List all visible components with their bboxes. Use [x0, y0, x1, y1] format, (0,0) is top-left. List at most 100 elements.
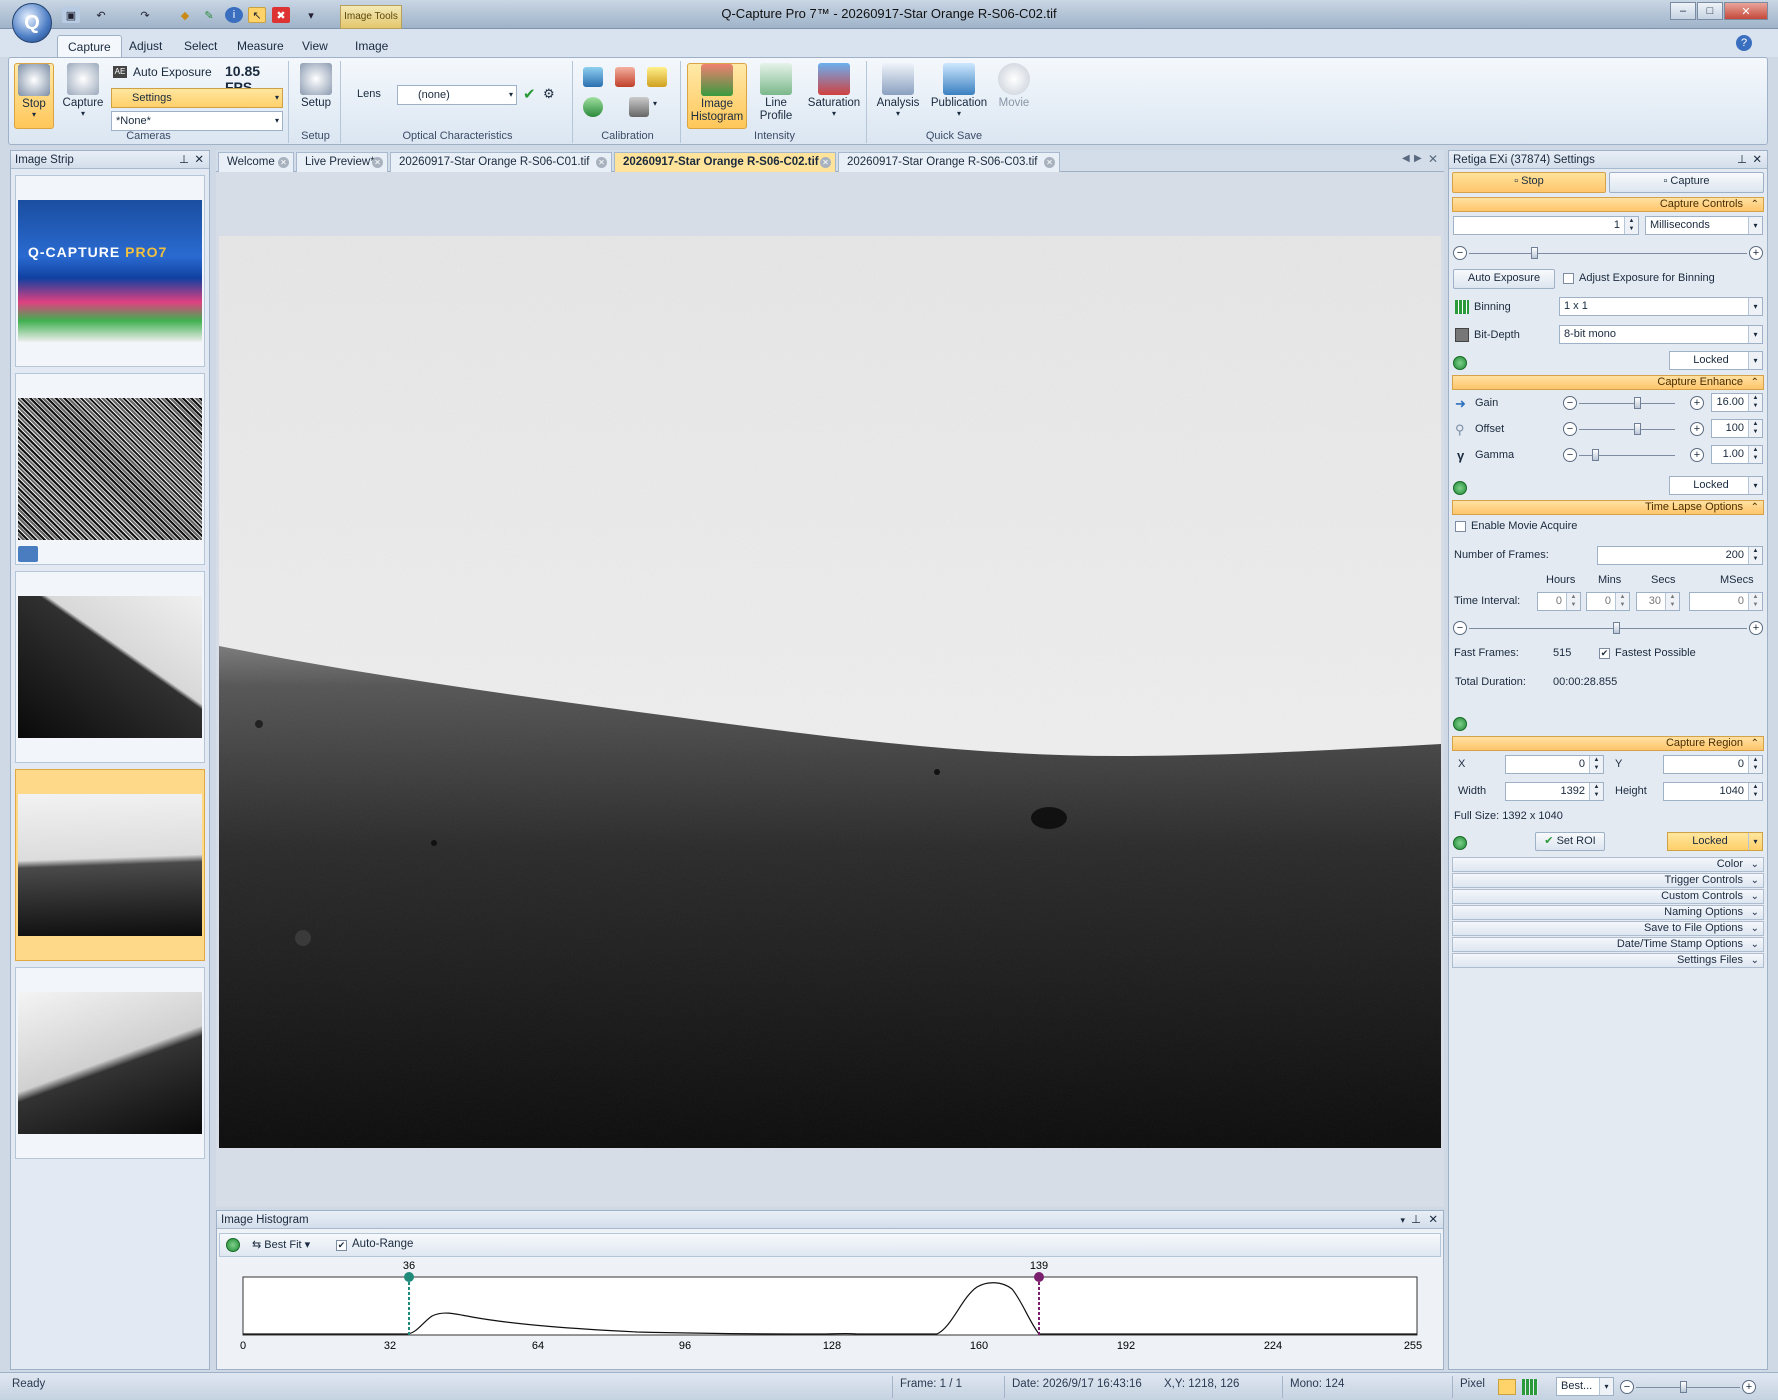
stop-button[interactable]: Stop ▾	[14, 63, 54, 129]
spinner-icon[interactable]: ▲ ▼	[1748, 593, 1762, 610]
delete-icon[interactable]: ✖	[272, 7, 290, 23]
mins-input[interactable]: 0 ▲ ▼	[1586, 592, 1630, 611]
width-input[interactable]: 1392 ▲ ▼	[1505, 782, 1604, 801]
tab-c01[interactable]: 20260917-Star Orange R-S06-C01.tif ✕	[390, 152, 612, 172]
x-input[interactable]: 0 ▲ ▼	[1505, 755, 1604, 774]
close-icon[interactable]: ✕	[372, 157, 383, 168]
redo-icon[interactable]: ↷	[136, 7, 154, 23]
gamma-increase-icon[interactable]: +	[1690, 448, 1704, 462]
offset-decrease-icon[interactable]: −	[1563, 422, 1577, 436]
publication-button[interactable]: Publication ▾	[927, 63, 991, 118]
analysis-button[interactable]: Analysis ▾	[871, 63, 925, 118]
zoom-slider-track[interactable]	[1636, 1387, 1740, 1388]
minimize-button[interactable]: –	[1670, 2, 1696, 20]
scroll-tabs-left-icon[interactable]: ◀	[1402, 153, 1410, 164]
high-marker-handle[interactable]	[1034, 1272, 1044, 1282]
undo-icon[interactable]: ↶	[92, 7, 110, 23]
time-lapse-header[interactable]: Time Lapse Options ⌃	[1452, 500, 1764, 515]
refresh-icon[interactable]	[1453, 356, 1467, 370]
binning-dropdown[interactable]: 1 x 1 ▾	[1559, 297, 1763, 316]
low-marker-handle[interactable]	[404, 1272, 414, 1282]
offset-slider-thumb[interactable]	[1634, 423, 1641, 435]
spinner-icon[interactable]: ▲ ▼	[1748, 783, 1762, 800]
adjust-binning-checkbox[interactable]	[1563, 273, 1574, 284]
calibrate-icon[interactable]	[583, 67, 603, 87]
spinner-icon[interactable]: ▲ ▼	[1589, 756, 1603, 773]
exposure-input[interactable]: 1 ▲ ▼	[1453, 216, 1639, 235]
pin-icon[interactable]: ⊥	[1737, 151, 1747, 169]
exposure-unit-dropdown[interactable]: Milliseconds ▾	[1645, 216, 1763, 235]
histogram-chart[interactable]: 36 139 0 32 64 96 128 160 192 224 255	[217, 1257, 1443, 1369]
gamma-input[interactable]: 1.00 ▲ ▼	[1711, 445, 1763, 464]
spinner-icon[interactable]: ▲ ▼	[1748, 547, 1762, 564]
calibration-image-icon[interactable]	[615, 67, 635, 87]
zoom-in-icon[interactable]: +	[1742, 1380, 1756, 1394]
spinner-icon[interactable]: ▲ ▼	[1748, 756, 1762, 773]
spinner-icon[interactable]: ▲ ▼	[1665, 593, 1679, 610]
hours-input[interactable]: 0 ▲ ▼	[1537, 592, 1581, 611]
height-input[interactable]: 1040 ▲ ▼	[1663, 782, 1763, 801]
best-fit-dropdown[interactable]: ⇆ Best Fit ▾	[252, 1238, 310, 1251]
auto-exposure-button-panel[interactable]: Auto Exposure	[1453, 269, 1555, 289]
capture-region-header[interactable]: Capture Region ⌃	[1452, 736, 1764, 751]
spinner-icon[interactable]: ▲ ▼	[1624, 217, 1638, 234]
microscope-image[interactable]	[219, 236, 1441, 1148]
spinner-icon[interactable]: ▲ ▼	[1589, 783, 1603, 800]
refresh-icon[interactable]	[1453, 717, 1467, 731]
close-document-icon[interactable]: ✕	[1428, 152, 1438, 166]
bit-depth-dropdown[interactable]: 8-bit mono ▾	[1559, 325, 1763, 344]
interval-slider-track[interactable]	[1469, 628, 1747, 629]
pointer-icon[interactable]: ↖	[248, 7, 266, 23]
refresh-icon[interactable]	[1453, 836, 1467, 850]
chevron-down-icon[interactable]: ▾	[1400, 1211, 1405, 1229]
macro-icon[interactable]: ✎	[200, 7, 218, 23]
zoom-dropdown[interactable]: Best... ▾	[1556, 1377, 1614, 1396]
close-icon[interactable]: ✕	[1044, 157, 1055, 168]
auto-exposure-button[interactable]: Auto Exposure	[133, 65, 212, 79]
tab-measure[interactable]: Measure	[227, 35, 294, 57]
interval-slider-thumb[interactable]	[1613, 622, 1620, 634]
customize-qat-icon[interactable]: ▾	[302, 7, 320, 23]
gain-slider-track[interactable]	[1579, 403, 1675, 404]
saturation-button[interactable]: Saturation ▾	[803, 63, 865, 118]
y-input[interactable]: 0 ▲ ▼	[1663, 755, 1763, 774]
spinner-icon[interactable]: ▲ ▼	[1566, 593, 1580, 610]
refresh-calibration-icon[interactable]	[583, 97, 603, 117]
thumbnail-item[interactable]	[15, 967, 205, 1159]
zoom-slider-thumb[interactable]	[1680, 1381, 1687, 1393]
interval-increase-icon[interactable]: +	[1749, 621, 1763, 635]
auto-range-checkbox[interactable]: ✔	[336, 1240, 347, 1251]
naming-options-section[interactable]: Naming Options ⌄	[1452, 905, 1764, 920]
close-icon[interactable]: ✕	[1428, 1211, 1438, 1229]
camera-calibration-icon[interactable]	[629, 97, 649, 117]
custom-controls-section[interactable]: Custom Controls ⌄	[1452, 889, 1764, 904]
tab-adjust[interactable]: Adjust	[119, 35, 172, 57]
set-roi-button[interactable]: ✔ Set ROI	[1535, 832, 1605, 851]
pin-icon[interactable]: ⊥	[179, 151, 189, 169]
spinner-icon[interactable]: ▲ ▼	[1748, 420, 1762, 437]
close-icon[interactable]: ✕	[820, 157, 831, 168]
thumbnail-item[interactable]: Q-CAPTURE PRO7	[15, 175, 205, 367]
pin-icon[interactable]: ⊥	[1411, 1211, 1421, 1229]
exposure-increase-icon[interactable]: +	[1749, 246, 1763, 260]
frames-input[interactable]: 200 ▲ ▼	[1597, 546, 1763, 565]
tag-icon[interactable]: ◆	[176, 7, 194, 23]
zoom-out-icon[interactable]: −	[1620, 1380, 1634, 1394]
apply-check-icon[interactable]: ✔	[523, 85, 536, 103]
close-icon[interactable]: ✕	[1752, 151, 1762, 169]
thumbnail-item[interactable]	[15, 571, 205, 763]
image-view-icon[interactable]	[1498, 1379, 1516, 1395]
gain-decrease-icon[interactable]: −	[1563, 396, 1577, 410]
color-section[interactable]: Color ⌄	[1452, 857, 1764, 872]
gain-input[interactable]: 16.00 ▲ ▼	[1711, 393, 1763, 412]
close-icon[interactable]: ✕	[278, 157, 289, 168]
offset-slider-track[interactable]	[1579, 429, 1675, 430]
trigger-controls-section[interactable]: Trigger Controls ⌄	[1452, 873, 1764, 888]
refresh-icon[interactable]	[226, 1238, 240, 1252]
fastest-possible-checkbox[interactable]: ✔	[1599, 648, 1610, 659]
ruler-icon[interactable]	[647, 67, 667, 87]
save-to-file-section[interactable]: Save to File Options ⌄	[1452, 921, 1764, 936]
refresh-icon[interactable]	[1453, 481, 1467, 495]
tab-live-preview[interactable]: Live Preview* ✕	[296, 152, 388, 172]
secs-input[interactable]: 30 ▲ ▼	[1636, 592, 1680, 611]
